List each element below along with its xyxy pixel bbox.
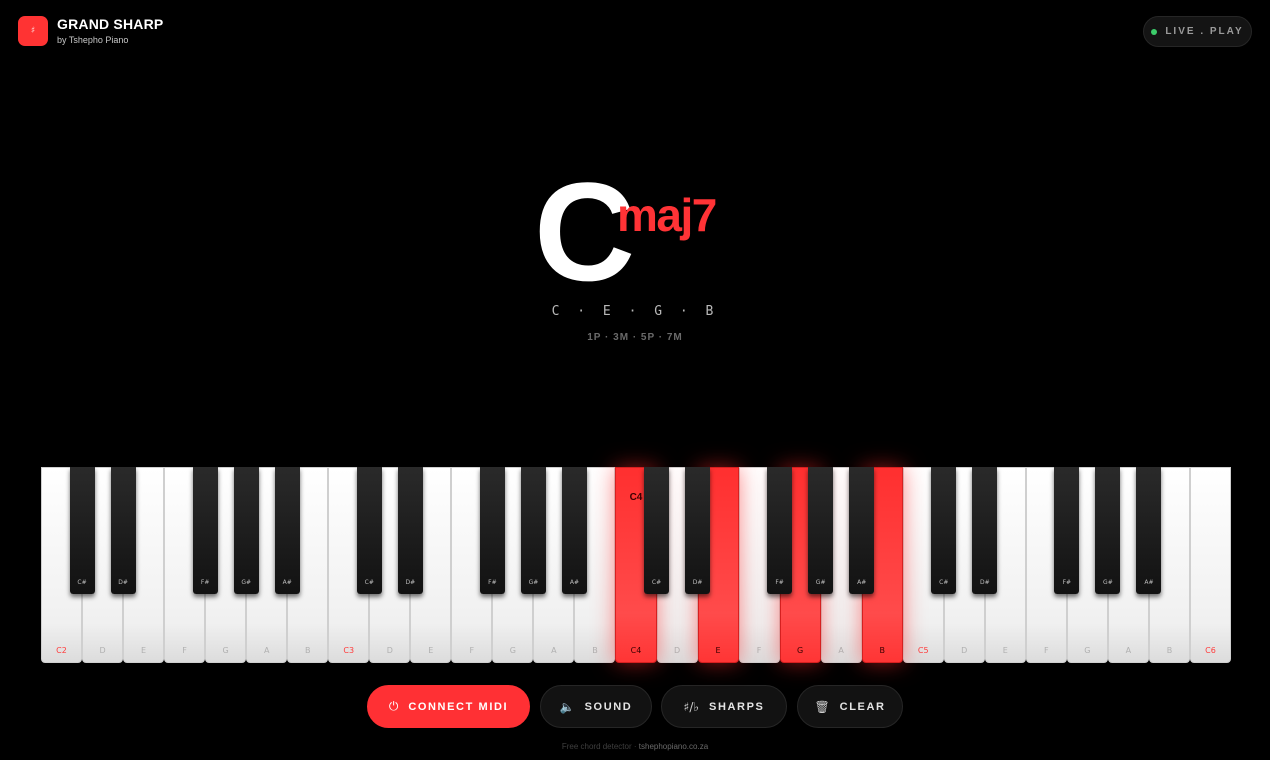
sharps-button[interactable]: ♯/♭ SHARPS xyxy=(661,685,787,728)
footer-text: Free chord detector · xyxy=(561,742,637,751)
black-key[interactable]: D# xyxy=(972,467,998,594)
black-key[interactable]: A# xyxy=(274,467,300,594)
black-key[interactable]: G# xyxy=(520,467,546,594)
chord-notes: C · E · G · B xyxy=(551,304,719,319)
white-key-label: G xyxy=(1084,646,1091,655)
logo-icon: ♯ xyxy=(18,16,48,46)
white-key-label: E xyxy=(1002,646,1008,655)
white-key[interactable]: C6 xyxy=(1189,467,1231,663)
black-key-label: C# xyxy=(651,579,662,586)
power-icon: ⏻ xyxy=(388,699,399,713)
white-key-label: B xyxy=(1166,646,1173,655)
black-key-label: D# xyxy=(405,579,416,586)
black-key-label: A# xyxy=(857,579,867,586)
black-key[interactable]: C# xyxy=(931,467,957,594)
black-key-label: F# xyxy=(1062,579,1072,586)
app-title: GRAND SHARP xyxy=(57,15,164,32)
speaker-icon: 🔈 xyxy=(559,699,575,714)
black-key-label: A# xyxy=(569,579,579,586)
black-key[interactable]: C# xyxy=(356,467,382,594)
black-key[interactable]: C# xyxy=(69,467,95,594)
footer: Free chord detector · tshephopiano.co.za xyxy=(0,742,1270,751)
white-key-label: E xyxy=(715,646,721,655)
black-key-label: F# xyxy=(775,579,784,586)
black-key-label: C# xyxy=(939,579,949,586)
white-key-label: D xyxy=(99,646,106,655)
black-key-label: G# xyxy=(815,579,826,586)
black-key-label: D# xyxy=(979,579,990,586)
white-key-label: A xyxy=(1125,646,1132,655)
live-play-label: LIVE . PLAY xyxy=(1165,26,1244,37)
black-key-label: G# xyxy=(1103,579,1113,586)
white-key-label: A xyxy=(263,646,270,655)
chord-root: C xyxy=(534,153,635,310)
clear-button[interactable]: 🗑 CLEAR xyxy=(797,685,903,728)
white-key-label: C4 xyxy=(630,646,642,655)
white-key-label: A xyxy=(551,646,557,655)
black-key[interactable]: A# xyxy=(849,467,875,594)
connect-midi-label: CONNECT MIDI xyxy=(408,700,509,713)
white-key-label: B xyxy=(879,646,885,655)
black-key[interactable]: D# xyxy=(685,467,711,594)
white-key-label: G xyxy=(509,646,516,655)
trash-icon: 🗑 xyxy=(814,699,830,714)
app-subtitle: by Tshepho Piano xyxy=(57,34,129,45)
black-key[interactable]: G# xyxy=(233,467,259,594)
black-key-label: F# xyxy=(200,579,210,586)
sharps-label: SHARPS xyxy=(709,700,765,713)
chord-quality: maj7 xyxy=(617,189,717,241)
piano-keyboard: C2 D E F G A B C3 D E F G A B C4 C4 D E F G A B C5 D E F G A B C6 C# D#… xyxy=(41,467,1231,663)
footer-link[interactable]: tshephopiano.co.za xyxy=(639,742,708,751)
black-key[interactable]: F# xyxy=(479,467,505,594)
live-play-toggle[interactable]: LIVE . PLAY xyxy=(1143,16,1252,47)
connect-midi-button[interactable]: ⏻ CONNECT MIDI xyxy=(367,685,530,728)
white-key-label: B xyxy=(304,646,311,655)
white-key-label: B xyxy=(592,646,598,655)
black-key[interactable]: A# xyxy=(1136,467,1162,594)
white-key-label: F xyxy=(1044,646,1049,655)
black-key-label: F# xyxy=(488,579,497,586)
control-bar: ⏻ CONNECT MIDI 🔈 SOUND ♯/♭ SHARPS 🗑 CLEA… xyxy=(0,685,1270,728)
black-key[interactable]: C# xyxy=(644,467,670,594)
white-key-label: G xyxy=(222,646,229,655)
white-key-label: A xyxy=(838,646,844,655)
white-key-label: E xyxy=(428,646,434,655)
black-key[interactable]: D# xyxy=(397,467,423,594)
white-key-label: C6 xyxy=(1205,646,1216,655)
white-key-label: C2 xyxy=(56,646,67,655)
sharp-flat-icon: ♯/♭ xyxy=(683,699,700,714)
black-key-label: G# xyxy=(241,579,252,586)
black-key-label: C# xyxy=(364,579,374,586)
black-key[interactable]: F# xyxy=(192,467,218,594)
black-key[interactable]: G# xyxy=(808,467,834,594)
black-key-label: D# xyxy=(692,579,703,586)
clear-label: CLEAR xyxy=(839,700,886,713)
live-status-dot-icon xyxy=(1151,28,1158,35)
white-key-label: D xyxy=(961,646,968,655)
white-key-label: D xyxy=(673,646,681,655)
black-key[interactable]: D# xyxy=(110,467,136,594)
sound-button[interactable]: 🔈 SOUND xyxy=(540,685,652,728)
white-key-label: F xyxy=(469,646,475,655)
black-key[interactable]: F# xyxy=(767,467,793,594)
white-key-label: F xyxy=(756,646,762,655)
black-key[interactable]: G# xyxy=(1095,467,1121,594)
black-key[interactable]: A# xyxy=(561,467,587,594)
white-key-label: C5 xyxy=(917,646,929,655)
black-key-label: A# xyxy=(282,579,292,586)
chord-intervals: 1P · 3M · 5P · 7M xyxy=(587,332,683,343)
sound-label: SOUND xyxy=(584,700,633,713)
white-key-label: F xyxy=(182,646,187,655)
black-key-label: A# xyxy=(1144,579,1154,586)
white-key-label: C3 xyxy=(343,646,355,655)
brand: ♯ GRAND SHARP by Tshepho Piano xyxy=(18,16,163,46)
white-key-label: D xyxy=(386,646,393,655)
black-key-label: G# xyxy=(528,579,539,586)
black-key-label: C# xyxy=(77,579,87,586)
black-key[interactable]: F# xyxy=(1054,467,1080,594)
white-key-label: G xyxy=(797,646,804,655)
white-key-label: E xyxy=(141,646,147,655)
black-key-label: D# xyxy=(118,579,128,586)
